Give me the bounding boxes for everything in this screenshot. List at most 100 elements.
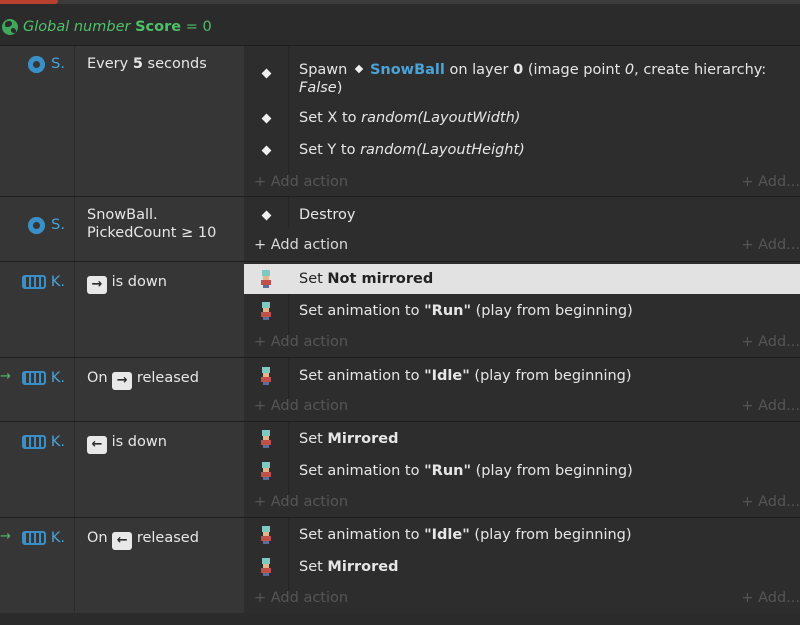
global-variable-row[interactable]: Global number Score = 0 [0, 10, 800, 44]
event-block-on-right-released[interactable]: → K. On → released Set animation to "Idl… [0, 357, 800, 421]
condition-text[interactable]: On → released [87, 369, 237, 390]
action-set-mirrored[interactable]: Set Mirrored [244, 424, 800, 454]
left-arrow-key-icon: ← [112, 532, 133, 550]
active-tab-indicator [0, 0, 58, 4]
globe-icon [2, 19, 18, 35]
action-set-animation-idle[interactable]: Set animation to "Idle" (play from begin… [244, 361, 800, 391]
diamond-icon [261, 145, 272, 155]
condition-panel[interactable]: S. SnowBall. PickedCount ≥ 10 [0, 197, 244, 261]
action-set-y[interactable]: Set Y to random(LayoutHeight) [244, 135, 800, 165]
condition-panel[interactable]: S. Every 5 seconds [0, 46, 244, 196]
condition-object-cell: K. [0, 262, 75, 357]
left-arrow-key-icon: ← [87, 436, 107, 454]
keyboard-icon [21, 531, 46, 545]
event-block-on-left-released[interactable]: → K. On ← released Set animation to "Idl… [0, 517, 800, 613]
action-set-x[interactable]: Set X to random(LayoutWidth) [244, 103, 800, 133]
actions-panel[interactable]: Set Not mirrored Set animation to "Run" … [244, 262, 800, 357]
object-name: S. [51, 56, 65, 72]
add-more-button[interactable]: + Add... [741, 590, 800, 606]
event-block-right-is-down[interactable]: K. → is down Set Not mirrored Set animat… [0, 261, 800, 357]
condition-object: K. [21, 273, 65, 291]
add-action-row: + Add action + Add... [244, 492, 800, 512]
event-block-picked-count[interactable]: S. SnowBall. PickedCount ≥ 10 Destroy + A… [0, 196, 800, 261]
action-destroy[interactable]: Destroy [244, 200, 800, 230]
add-action-button[interactable]: + Add action [254, 590, 348, 606]
actions-panel[interactable]: Set Mirrored Set animation to "Run" (pla… [244, 422, 800, 517]
object-name: K. [50, 370, 65, 386]
top-tab-strip [0, 0, 800, 4]
right-arrow-key-icon: → [87, 276, 107, 294]
add-action-row: + Add action + Add... [244, 588, 800, 608]
condition-object: K. [21, 369, 65, 387]
condition-object-cell: K. [0, 518, 75, 613]
add-action-button[interactable]: + Add action [254, 494, 348, 510]
condition-text[interactable]: SnowBall. PickedCount ≥ 10 [87, 206, 237, 242]
condition-object: S. [28, 216, 65, 234]
keyboard-icon [21, 275, 46, 289]
character-sprite-icon [260, 462, 272, 480]
action-set-animation-run[interactable]: Set animation to "Run" (play from beginn… [244, 296, 800, 326]
condition-text[interactable]: On ← released [87, 529, 237, 550]
condition-panel[interactable]: → K. On → released [0, 358, 244, 421]
object-name: K. [50, 530, 65, 546]
add-action-row: + Add action + Add... [244, 396, 800, 416]
action-set-not-mirrored[interactable]: Set Not mirrored [244, 264, 800, 294]
add-action-button[interactable]: + Add action [254, 237, 348, 253]
condition-panel[interactable]: K. ← is down [0, 422, 244, 517]
character-sprite-icon [260, 558, 272, 576]
action-spawn[interactable]: Spawn SnowBall on layer 0 (image point 0… [244, 58, 800, 98]
global-variable-type: Global number [23, 19, 131, 35]
add-action-button[interactable]: + Add action [254, 398, 348, 414]
add-more-button[interactable]: + Add... [741, 398, 800, 414]
character-sprite-icon [260, 270, 272, 288]
object-name: S. [51, 217, 65, 233]
action-set-mirrored[interactable]: Set Mirrored [244, 552, 800, 582]
condition-text[interactable]: → is down [87, 273, 237, 294]
condition-object: K. [21, 433, 65, 451]
right-arrow-key-icon: → [112, 372, 133, 390]
condition-object: S. [28, 55, 65, 73]
condition-panel[interactable]: K. → is down [0, 262, 244, 357]
actions-panel[interactable]: Set animation to "Idle" (play from begin… [244, 358, 800, 421]
system-gear-icon [28, 55, 46, 73]
condition-object-cell: S. [0, 197, 75, 261]
character-sprite-icon [260, 302, 272, 320]
character-sprite-icon [260, 367, 272, 385]
global-variable-name: Score [135, 19, 182, 35]
add-more-button[interactable]: + Add... [741, 334, 800, 350]
add-action-button[interactable]: + Add action [254, 174, 348, 190]
actions-panel[interactable]: Set animation to "Idle" (play from begin… [244, 518, 800, 613]
keyboard-icon [21, 435, 46, 449]
add-action-row: + Add action + Add... [244, 235, 800, 255]
keyboard-icon [21, 371, 46, 385]
add-more-button[interactable]: + Add... [741, 494, 800, 510]
character-sprite-icon [260, 430, 272, 448]
condition-text[interactable]: ← is down [87, 433, 237, 454]
condition-object: K. [21, 529, 65, 547]
add-action-row: + Add action + Add... [244, 172, 800, 192]
event-block-every-5-seconds[interactable]: S. Every 5 seconds Spawn SnowBall on lay… [0, 45, 800, 196]
actions-panel[interactable]: Spawn SnowBall on layer 0 (image point 0… [244, 46, 800, 196]
condition-panel[interactable]: → K. On ← released [0, 518, 244, 613]
diamond-icon [261, 113, 272, 123]
condition-text[interactable]: Every 5 seconds [87, 55, 237, 73]
object-name: SnowBall [369, 62, 445, 78]
system-gear-icon [28, 216, 46, 234]
add-action-button[interactable]: + Add action [254, 334, 348, 350]
add-action-row: + Add action + Add... [244, 332, 800, 352]
character-sprite-icon [260, 526, 272, 544]
diamond-icon [261, 68, 272, 79]
add-more-button[interactable]: + Add... [741, 174, 800, 190]
diamond-icon [354, 64, 364, 74]
event-block-left-is-down[interactable]: K. ← is down Set Mirrored Set animation … [0, 421, 800, 517]
action-set-animation-idle[interactable]: Set animation to "Idle" (play from begin… [244, 520, 800, 550]
condition-object-cell: K. [0, 358, 75, 421]
add-more-button[interactable]: + Add... [741, 237, 800, 253]
object-name: K. [50, 434, 65, 450]
object-name: K. [50, 274, 65, 290]
actions-panel[interactable]: Destroy + Add action + Add... [244, 197, 800, 261]
global-variable-value: = 0 [185, 19, 212, 35]
diamond-icon [261, 210, 272, 220]
condition-object-cell: S. [0, 46, 75, 196]
action-set-animation-run[interactable]: Set animation to "Run" (play from beginn… [244, 456, 800, 486]
